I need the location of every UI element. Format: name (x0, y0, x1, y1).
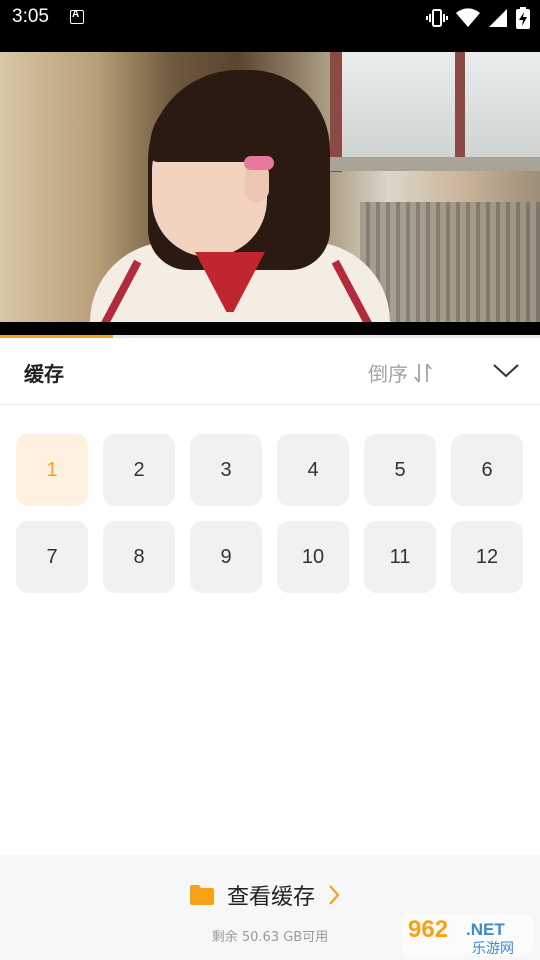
episode-item-6[interactable]: 6 (451, 434, 523, 506)
watermark-962: 962 (408, 916, 448, 943)
cache-panel-header: 缓存 倒序 (0, 338, 540, 405)
watermark-net: .NET (466, 920, 505, 939)
sort-order-label: 倒序 (368, 362, 408, 386)
watermark-site: 乐游网 (472, 941, 514, 957)
sort-arrows-icon (414, 362, 432, 383)
a-icon: A (70, 9, 84, 24)
episode-item-11[interactable]: 11 (364, 521, 436, 593)
chevron-down-icon (493, 364, 519, 378)
sort-order-button[interactable]: 倒序 (368, 358, 432, 387)
episode-item-10[interactable]: 10 (277, 521, 349, 593)
folder-icon (190, 885, 214, 905)
status-time: 3:05 (12, 6, 49, 27)
episode-item-2[interactable]: 2 (103, 434, 175, 506)
episode-item-5[interactable]: 5 (364, 434, 436, 506)
vibrate-icon (426, 9, 448, 27)
episode-item-12[interactable]: 12 (451, 521, 523, 593)
episode-item-8[interactable]: 8 (103, 521, 175, 593)
wifi-icon (456, 8, 480, 27)
view-cache-button[interactable]: 查看缓存 (189, 879, 341, 911)
status-bar: 3:05 A (0, 0, 540, 36)
chevron-right-icon (329, 885, 340, 905)
episode-item-9[interactable]: 9 (190, 521, 262, 593)
episode-item-7[interactable]: 7 (16, 521, 88, 593)
episode-grid: 1 2 3 4 5 6 7 8 9 10 11 12 (16, 434, 524, 593)
status-icons (426, 6, 530, 30)
collapse-button[interactable] (488, 356, 524, 386)
watermark-logo: 962 .NET 乐游网 (402, 914, 533, 957)
battery-charging-icon (516, 7, 530, 29)
episode-item-4[interactable]: 4 (277, 434, 349, 506)
panel-title: 缓存 (24, 362, 64, 386)
video-frame (0, 52, 540, 322)
episode-item-1[interactable]: 1 (16, 434, 88, 506)
video-player[interactable] (0, 36, 540, 338)
episode-item-3[interactable]: 3 (190, 434, 262, 506)
view-cache-label: 查看缓存 (227, 885, 316, 910)
signal-icon (489, 9, 507, 27)
